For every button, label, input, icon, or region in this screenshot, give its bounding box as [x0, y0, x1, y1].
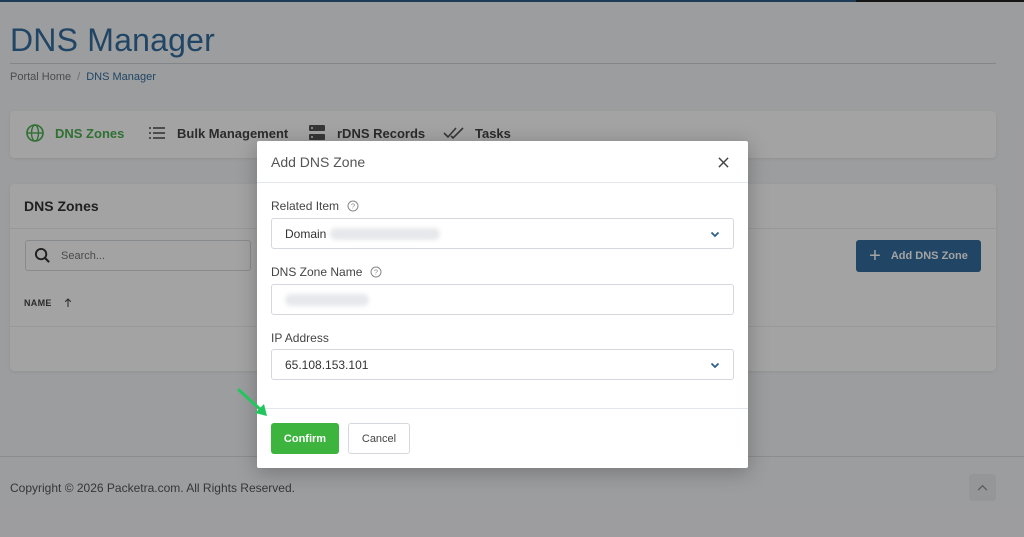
modal-footer-divider [257, 408, 748, 409]
redacted-domain [330, 227, 441, 240]
close-icon [717, 156, 729, 168]
svg-text:?: ? [374, 268, 378, 277]
add-dns-zone-dialog: Add DNS Zone Related Item ? Domain DNS Z… [257, 141, 748, 468]
help-icon[interactable]: ? [370, 266, 382, 278]
svg-text:?: ? [351, 202, 355, 211]
modal-header: Add DNS Zone [257, 141, 748, 183]
close-button[interactable] [715, 154, 731, 170]
dns-zone-name-label-text: DNS Zone Name [271, 265, 363, 279]
help-icon[interactable]: ? [347, 200, 359, 212]
confirm-button[interactable]: Confirm [271, 423, 339, 454]
redacted-zone-name [285, 293, 369, 306]
dns-zone-name-input[interactable] [271, 284, 734, 315]
ip-address-value: 65.108.153.101 [285, 357, 369, 372]
related-item-select[interactable]: Domain [271, 218, 734, 249]
chevron-down-icon [710, 231, 720, 238]
chevron-down-icon [710, 362, 720, 369]
ip-address-label-text: IP Address [271, 331, 329, 345]
related-item-label: Related Item ? [271, 199, 359, 213]
cancel-button[interactable]: Cancel [348, 423, 410, 454]
ip-address-select[interactable]: 65.108.153.101 [271, 349, 734, 380]
related-item-value: Domain [285, 226, 327, 241]
ip-address-label: IP Address [271, 331, 329, 345]
annotation-arrow-icon [237, 388, 267, 416]
dns-zone-name-label: DNS Zone Name ? [271, 265, 382, 279]
related-item-label-text: Related Item [271, 199, 340, 213]
modal-title: Add DNS Zone [271, 154, 366, 170]
